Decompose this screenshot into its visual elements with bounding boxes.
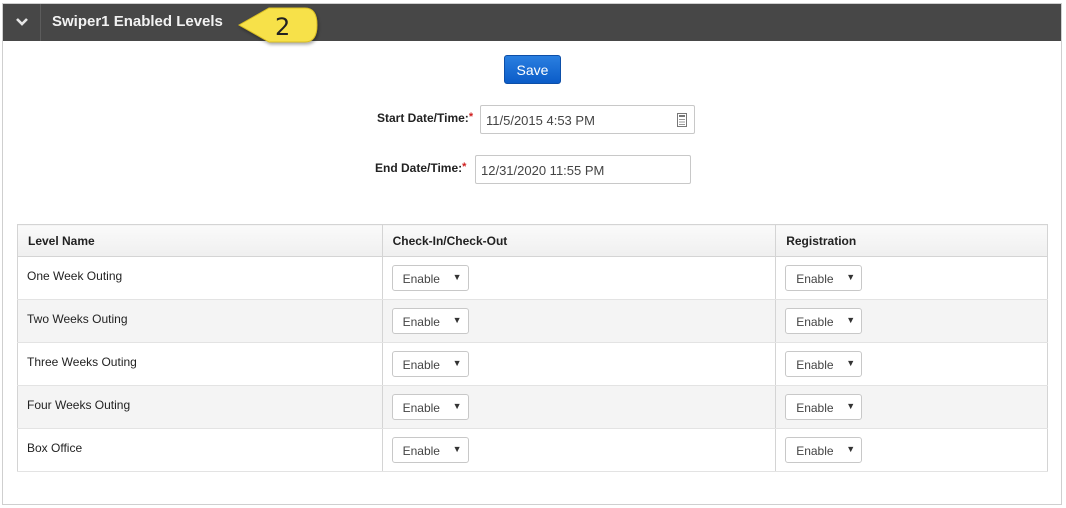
registration-cell: Enable ▼ [775, 299, 1048, 343]
select-value: Enable [402, 315, 440, 329]
level-name: Box Office [27, 441, 83, 455]
panel-header: Swiper1 Enabled Levels [3, 4, 1061, 41]
end-datetime-input[interactable]: 12/31/2020 11:55 PM [475, 155, 691, 184]
level-name-cell: Three Weeks Outing [17, 342, 383, 386]
level-name: One Week Outing [27, 269, 123, 283]
end-datetime-value: 12/31/2020 11:55 PM [481, 163, 605, 178]
registration-cell: Enable ▼ [775, 428, 1048, 472]
checkin-select[interactable]: Enable ▼ [391, 437, 469, 463]
enabled-levels-panel: Swiper1 Enabled Levels 2 Save Start Date… [2, 3, 1062, 505]
panel-title: Swiper1 Enabled Levels [52, 13, 223, 30]
step-callout: 2 [233, 4, 323, 52]
dropdown-arrow-icon: ▼ [846, 401, 856, 411]
select-value: Enable [796, 444, 834, 458]
dropdown-arrow-icon: ▼ [452, 444, 462, 454]
header-divider [40, 4, 41, 41]
registration-cell: Enable ▼ [775, 342, 1048, 386]
start-datetime-label: Start Date/Time:* [377, 111, 473, 125]
dropdown-arrow-icon: ▼ [452, 272, 462, 282]
required-mark: * [462, 161, 467, 173]
calendar-icon[interactable] [677, 113, 687, 130]
select-value: Enable [796, 272, 834, 286]
chevron-down-icon[interactable] [13, 13, 31, 31]
select-value: Enable [796, 358, 834, 372]
dropdown-arrow-icon: ▼ [452, 358, 462, 368]
checkin-cell: Enable ▼ [381, 256, 777, 300]
dropdown-arrow-icon: ▼ [846, 444, 856, 454]
registration-cell: Enable ▼ [775, 256, 1048, 300]
checkin-cell: Enable ▼ [381, 428, 777, 472]
end-datetime-label: End Date/Time:* [375, 161, 466, 175]
column-header-level-name: Level Name [17, 224, 383, 257]
registration-select[interactable]: Enable ▼ [785, 308, 863, 334]
dropdown-arrow-icon: ▼ [846, 272, 856, 282]
registration-select[interactable]: Enable ▼ [785, 394, 863, 420]
checkin-cell: Enable ▼ [381, 385, 777, 429]
levels-table: Level Name Check-In/Check-Out Registrati… [17, 224, 1048, 472]
column-header-registration: Registration [775, 224, 1048, 257]
level-name-cell: Box Office [17, 428, 383, 472]
dropdown-arrow-icon: ▼ [846, 358, 856, 368]
dropdown-arrow-icon: ▼ [452, 315, 462, 325]
save-button[interactable]: Save [504, 55, 561, 84]
level-name: Four Weeks Outing [27, 398, 131, 412]
checkin-select[interactable]: Enable ▼ [391, 351, 469, 377]
registration-cell: Enable ▼ [775, 385, 1048, 429]
level-name: Three Weeks Outing [27, 355, 137, 369]
end-label-text: End Date/Time: [375, 161, 463, 175]
table-row: Three Weeks Outing Enable ▼ Enable ▼ [17, 342, 1048, 386]
checkin-select[interactable]: Enable ▼ [391, 308, 469, 334]
registration-select[interactable]: Enable ▼ [785, 265, 863, 291]
table-row: One Week Outing Enable ▼ Enable ▼ [17, 256, 1048, 300]
table-row: Four Weeks Outing Enable ▼ Enable ▼ [17, 385, 1048, 429]
dropdown-arrow-icon: ▼ [452, 401, 462, 411]
dropdown-arrow-icon: ▼ [846, 315, 856, 325]
select-value: Enable [402, 272, 440, 286]
level-name-cell: One Week Outing [17, 256, 383, 300]
required-mark: * [468, 111, 474, 123]
callout-number: 2 [275, 13, 291, 41]
start-label-text: Start Date/Time: [377, 111, 469, 125]
checkin-cell: Enable ▼ [381, 342, 777, 386]
level-name-cell: Two Weeks Outing [17, 299, 383, 343]
start-datetime-input[interactable]: 11/5/2015 4:53 PM [480, 105, 695, 134]
select-value: Enable [796, 315, 834, 329]
table-header-row: Level Name Check-In/Check-Out Registrati… [17, 224, 1048, 257]
select-value: Enable [402, 358, 440, 372]
start-datetime-value: 11/5/2015 4:53 PM [486, 113, 595, 128]
select-value: Enable [796, 401, 834, 415]
table-row: Box Office Enable ▼ Enable ▼ [17, 428, 1048, 472]
level-name-cell: Four Weeks Outing [17, 385, 383, 429]
level-name: Two Weeks Outing [27, 312, 128, 326]
table-row: Two Weeks Outing Enable ▼ Enable ▼ [17, 299, 1048, 343]
select-value: Enable [402, 444, 440, 458]
checkin-select[interactable]: Enable ▼ [391, 394, 469, 420]
checkin-select[interactable]: Enable ▼ [391, 265, 469, 291]
checkin-cell: Enable ▼ [381, 299, 777, 343]
select-value: Enable [402, 401, 440, 415]
column-header-checkin: Check-In/Check-Out [381, 224, 777, 257]
registration-select[interactable]: Enable ▼ [785, 351, 863, 377]
registration-select[interactable]: Enable ▼ [785, 437, 863, 463]
